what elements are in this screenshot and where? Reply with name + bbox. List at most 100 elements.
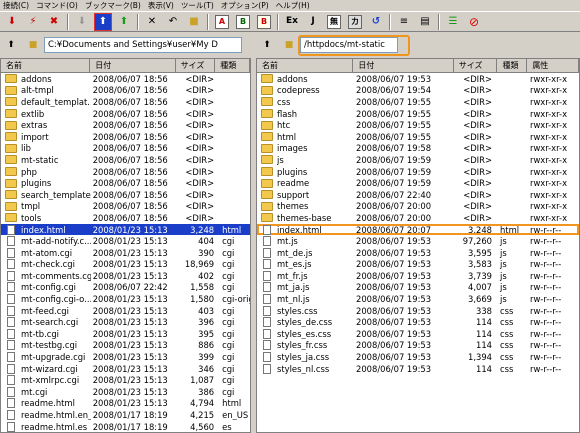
column-size-header[interactable]: サイズ: [176, 59, 216, 72]
list-view-icon[interactable]: ≡: [396, 14, 412, 30]
folder-row[interactable]: tmpl 2008/06/07 18:56 <DIR>: [1, 201, 250, 213]
no-convert-button[interactable]: 無: [326, 14, 342, 30]
folder-row[interactable]: extlib 2008/06/07 18:56 <DIR>: [1, 108, 250, 120]
open-folder-icon[interactable]: ■: [26, 39, 40, 51]
detail-view-icon[interactable]: ▤: [417, 14, 433, 30]
menu-item[interactable]: ツール(T): [181, 0, 214, 11]
connect-icon[interactable]: ⬇: [4, 14, 20, 30]
sync-icon[interactable]: ☰: [445, 14, 461, 30]
file-row[interactable]: mt_ja.js 2008/06/07 19:53 4,007 js rw-r--r--: [257, 282, 579, 294]
menu-item[interactable]: ブックマーク(B): [85, 0, 141, 11]
folder-row[interactable]: images 2008/06/07 19:58 <DIR> rwxr-xr-x: [257, 143, 579, 155]
folder-row[interactable]: search_templates 2008/06/07 18:56 <DIR>: [1, 189, 250, 201]
column-type-header[interactable]: 種類: [497, 59, 528, 72]
folder-row[interactable]: addons 2008/06/07 18:56 <DIR>: [1, 73, 250, 85]
folder-row[interactable]: css 2008/06/07 19:55 <DIR> rwxr-xr-x: [257, 96, 579, 108]
folder-row[interactable]: alt-tmpl 2008/06/07 18:56 <DIR>: [1, 85, 250, 97]
folder-row[interactable]: plugins 2008/06/07 19:59 <DIR> rwxr-xr-x: [257, 166, 579, 178]
file-row[interactable]: readme.html.en_...2008/01/17 18:19 4,215 e…: [1, 409, 250, 421]
file-row[interactable]: mt-search.cgi 2008/01/23 15:13 396 cgi: [1, 316, 250, 328]
file-row[interactable]: styles.css 2008/06/07 19:53 338 css rw-r--r-…: [257, 305, 579, 317]
quick-connect-icon[interactable]: ⚡: [25, 14, 41, 30]
folder-row[interactable]: support 2008/06/07 22:40 <DIR> rwxr-xr-x: [257, 189, 579, 201]
folder-row[interactable]: extras 2008/06/07 18:56 <DIR>: [1, 119, 250, 131]
menu-item[interactable]: オプション(P): [221, 0, 269, 11]
menu-item[interactable]: 接続(C): [3, 0, 29, 11]
file-row[interactable]: mt-upgrade.cgi 2008/01/23 15:13 399 cgi: [1, 351, 250, 363]
folder-row[interactable]: plugins 2008/06/07 18:56 <DIR>: [1, 177, 250, 189]
file-row[interactable]: index.html 2008/06/07 20:07 3,248 html rw-r-…: [257, 223, 579, 236]
column-name-header[interactable]: 名前: [257, 59, 354, 72]
column-date-header[interactable]: 日付: [353, 59, 454, 72]
file-row[interactable]: mt-config.cgi-o... 2008/01/23 15:13 1,580 c…: [1, 293, 250, 305]
folder-row[interactable]: html 2008/06/07 19:55 <DIR> rwxr-xr-x: [257, 131, 579, 143]
column-attr-header[interactable]: 属性: [527, 59, 579, 72]
file-row[interactable]: mt-wizard.cgi 2008/01/23 15:13 346 cgi: [1, 363, 250, 375]
file-row[interactable]: mt-tb.cgi 2008/01/23 15:13 395 cgi: [1, 328, 250, 340]
file-row[interactable]: styles_de.css 2008/06/07 19:53 114 css rw-r-…: [257, 316, 579, 328]
column-size-header[interactable]: サイズ: [454, 59, 498, 72]
ext-kanji-button[interactable]: Ex: [284, 14, 300, 30]
file-row[interactable]: mt-config.cgi 2008/06/07 22:42 1,558 cgi: [1, 282, 250, 294]
menu-item[interactable]: ヘルプ(H): [276, 0, 310, 11]
file-row[interactable]: mt.cgi 2008/01/23 15:13 386 cgi: [1, 386, 250, 398]
rename-icon[interactable]: ↶: [165, 14, 181, 30]
binary-mode-button[interactable]: B: [235, 14, 251, 30]
stop-icon[interactable]: ⊘: [466, 14, 482, 30]
file-row[interactable]: readme.html.es 2008/01/17 18:19 4,560 es: [1, 421, 250, 432]
file-row[interactable]: mt_nl.js 2008/06/07 19:53 3,669 js rw-r--r--: [257, 293, 579, 305]
file-row[interactable]: mt_fr.js 2008/06/07 19:53 3,739 js rw-r--r--: [257, 270, 579, 282]
file-row[interactable]: mt-atom.cgi 2008/01/23 15:13 390 cgi: [1, 247, 250, 259]
ascii-mode-button[interactable]: A: [214, 14, 230, 30]
folder-row[interactable]: codepress 2008/06/07 19:54 <DIR> rwxr-xr-x: [257, 85, 579, 97]
upload-mirror-icon[interactable]: ⬆: [116, 14, 132, 30]
file-row[interactable]: mt-testbg.cgi 2008/01/23 15:13 886 cgi: [1, 340, 250, 352]
file-row[interactable]: readme.html 2008/01/23 15:13 4,794 html: [1, 398, 250, 410]
auto-mode-button[interactable]: B: [256, 14, 272, 30]
local-path-input[interactable]: C:¥Documents and Settings¥user¥My D: [44, 37, 242, 53]
file-row[interactable]: mt_es.js 2008/06/07 19:53 3,583 js rw-r--r--: [257, 259, 579, 271]
disconnect-icon[interactable]: ✖: [46, 14, 62, 30]
menu-item[interactable]: コマンド(O): [36, 0, 78, 11]
menu-item[interactable]: 表示(V): [148, 0, 174, 11]
folder-row[interactable]: themes 2008/06/07 20:00 <DIR> rwxr-xr-x: [257, 201, 579, 213]
file-row[interactable]: mt_de.js 2008/06/07 19:53 3,595 js rw-r--r--: [257, 247, 579, 259]
file-row[interactable]: mt.js 2008/06/07 19:53 97,260 js rw-r--r--: [257, 235, 579, 247]
column-date-header[interactable]: 日付: [90, 59, 176, 72]
column-name-header[interactable]: 名前: [1, 59, 91, 72]
folder-row[interactable]: lib 2008/06/07 18:56 <DIR>: [1, 143, 250, 155]
file-row[interactable]: mt-check.cgi 2008/01/23 15:13 18,969 cgi: [1, 259, 250, 271]
folder-row[interactable]: tools 2008/06/07 18:56 <DIR>: [1, 212, 250, 224]
folder-row[interactable]: htc 2008/06/07 19:55 <DIR> rwxr-xr-x: [257, 119, 579, 131]
up-folder-icon[interactable]: ⬆: [260, 39, 274, 51]
refresh-icon[interactable]: ↺: [368, 14, 384, 30]
column-type-header[interactable]: 種類: [215, 59, 250, 72]
remote-path-input[interactable]: /httpdocs/mt-static: [300, 37, 398, 53]
folder-row[interactable]: default_templat... 2008/06/07 18:56 <DIR>: [1, 96, 250, 108]
file-row[interactable]: mt-add-notify.c... 2008/01/23 15:13 404 cgi: [1, 235, 250, 247]
folder-row[interactable]: mt-static 2008/06/07 18:56 <DIR>: [1, 154, 250, 166]
folder-row[interactable]: php 2008/06/07 18:56 <DIR>: [1, 166, 250, 178]
up-folder-icon[interactable]: ⬆: [4, 39, 18, 51]
file-row[interactable]: styles_ja.css 2008/06/07 19:53 1,394 css rw-…: [257, 351, 579, 363]
file-row[interactable]: index.html 2008/01/23 15:13 3,248 html: [1, 223, 250, 236]
folder-row[interactable]: themes-base 2008/06/07 20:00 <DIR> rwxr-xr-…: [257, 212, 579, 224]
jis-button[interactable]: J: [305, 14, 321, 30]
file-row[interactable]: styles_fr.css 2008/06/07 19:53 114 css rw-r-…: [257, 340, 579, 352]
kana-button[interactable]: カ: [347, 14, 363, 30]
open-folder-icon[interactable]: ■: [282, 39, 296, 51]
file-row[interactable]: styles_nl.css 2008/06/07 19:53 114 css rw-r-…: [257, 363, 579, 375]
delete-icon[interactable]: ✕: [144, 14, 160, 30]
file-row[interactable]: mt-comments.cgi 2008/01/23 15:13 402 cgi: [1, 270, 250, 282]
upload-icon[interactable]: ⬆: [94, 12, 112, 31]
download-icon[interactable]: ⬇: [74, 14, 90, 30]
file-row[interactable]: styles_es.css 2008/06/07 19:53 114 css rw-r-…: [257, 328, 579, 340]
folder-row[interactable]: readme 2008/06/07 19:59 <DIR> rwxr-xr-x: [257, 177, 579, 189]
file-row[interactable]: mt-feed.cgi 2008/01/23 15:13 403 cgi: [1, 305, 250, 317]
new-folder-icon[interactable]: ■: [186, 14, 202, 30]
file-row[interactable]: mt-xmlrpc.cgi 2008/01/23 15:13 1,087 cgi: [1, 374, 250, 386]
folder-row[interactable]: js 2008/06/07 19:59 <DIR> rwxr-xr-x: [257, 154, 579, 166]
folder-row[interactable]: addons 2008/06/07 19:53 <DIR> rwxr-xr-x: [257, 73, 579, 85]
folder-row[interactable]: import 2008/06/07 18:56 <DIR>: [1, 131, 250, 143]
folder-row[interactable]: flash 2008/06/07 19:55 <DIR> rwxr-xr-x: [257, 108, 579, 120]
